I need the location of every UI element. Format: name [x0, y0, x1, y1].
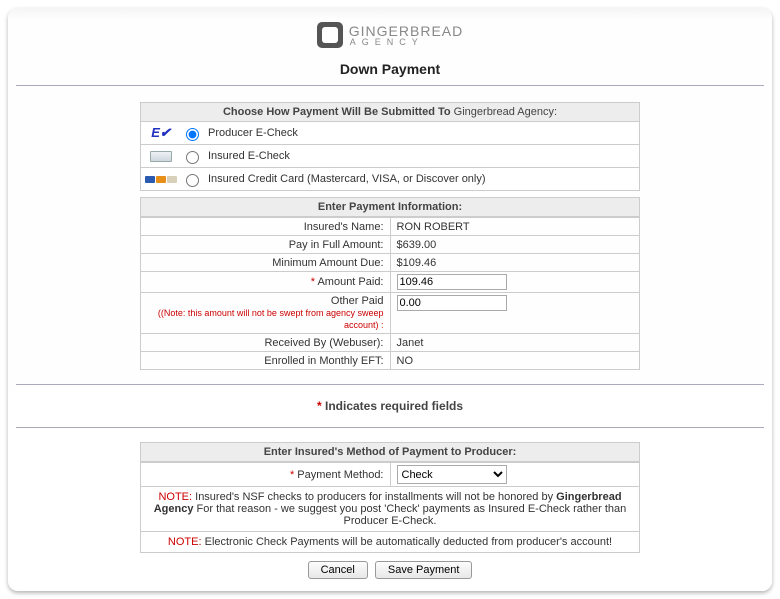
divider: [16, 427, 764, 428]
brand-header: GINGERBREAD AGENCY: [16, 22, 764, 51]
other-paid-input[interactable]: [397, 295, 507, 311]
credit-cards-icon: [145, 176, 177, 183]
label-insured-echeck[interactable]: Insured E-Check: [208, 150, 290, 162]
brand-logo-icon: [317, 22, 343, 48]
payment-method-select[interactable]: Check: [397, 465, 507, 484]
received-by-value: Janet: [390, 334, 640, 352]
payment-info-section: Enter Payment Information: Insured's Nam…: [140, 197, 640, 370]
check-image-icon: [150, 151, 172, 162]
radio-insured-echeck[interactable]: [186, 151, 199, 164]
payment-method-label: * Payment Method:: [141, 463, 391, 487]
note-electronic: NOTE: Electronic Check Payments will be …: [140, 532, 640, 553]
min-due-label: Minimum Amount Due:: [141, 254, 391, 272]
divider: [16, 384, 764, 385]
pay-full-label: Pay in Full Amount:: [141, 236, 391, 254]
method-table: * Payment Method: Check: [140, 462, 640, 487]
insured-name-label: Insured's Name:: [141, 218, 391, 236]
min-due-value: $109.46: [390, 254, 640, 272]
payment-info-table: Insured's Name: RON ROBERT Pay in Full A…: [140, 217, 640, 370]
submit-method-section: Choose How Payment Will Be Submitted To …: [140, 102, 640, 191]
payment-window: GINGERBREAD AGENCY Down Payment Choose H…: [8, 8, 772, 591]
payment-info-heading: Enter Payment Information:: [140, 197, 640, 217]
label-insured-cc[interactable]: Insured Credit Card (Mastercard, VISA, o…: [208, 173, 486, 185]
brand-name: GINGERBREAD: [349, 24, 463, 38]
insured-name-value: RON ROBERT: [390, 218, 640, 236]
other-paid-label: Other Paid ((Note: this amount will not …: [141, 293, 391, 334]
option-insured-cc[interactable]: Insured Credit Card (Mastercard, VISA, o…: [140, 168, 640, 191]
brand-subtitle: AGENCY: [350, 38, 463, 47]
echeck-accepted-icon: E✔: [151, 125, 171, 141]
amount-paid-label: * Amount Paid:: [141, 272, 391, 293]
enrolled-eft-value: NO: [390, 352, 640, 370]
method-heading: Enter Insured's Method of Payment to Pro…: [140, 442, 640, 462]
required-legend: * Indicates required fields: [16, 399, 764, 413]
save-payment-button[interactable]: Save Payment: [375, 561, 473, 579]
method-section: Enter Insured's Method of Payment to Pro…: [140, 442, 640, 553]
button-bar: Cancel Save Payment: [16, 553, 764, 579]
option-producer-echeck[interactable]: E✔ Producer E-Check: [140, 122, 640, 145]
amount-paid-input[interactable]: [397, 274, 507, 290]
page-title: Down Payment: [16, 57, 764, 86]
cancel-button[interactable]: Cancel: [308, 561, 368, 579]
enrolled-eft-label: Enrolled in Monthly EFT:: [141, 352, 391, 370]
received-by-label: Received By (Webuser):: [141, 334, 391, 352]
option-insured-echeck[interactable]: Insured E-Check: [140, 145, 640, 168]
pay-full-value: $639.00: [390, 236, 640, 254]
label-producer-echeck[interactable]: Producer E-Check: [208, 127, 298, 139]
submit-method-heading: Choose How Payment Will Be Submitted To …: [140, 102, 640, 122]
radio-producer-echeck[interactable]: [186, 128, 199, 141]
radio-insured-cc[interactable]: [186, 174, 199, 187]
